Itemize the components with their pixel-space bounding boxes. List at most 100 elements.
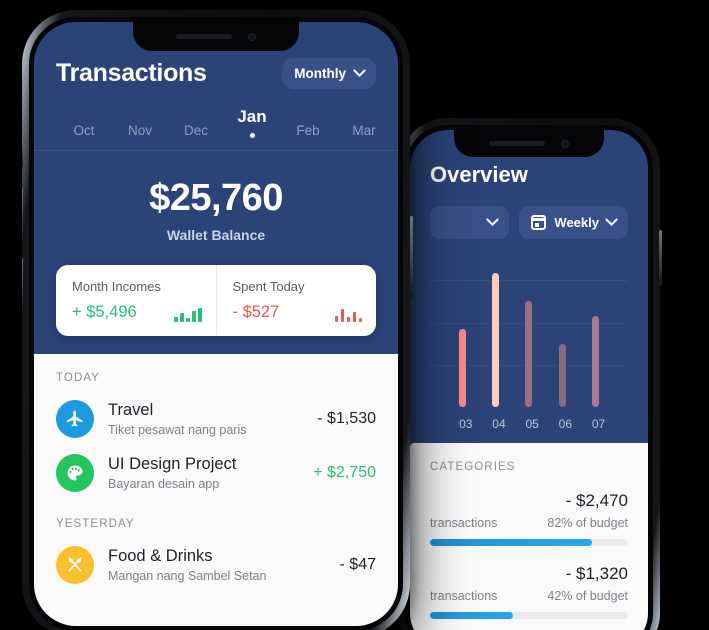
phone2-notch bbox=[454, 130, 604, 157]
chart-bar-05[interactable] bbox=[525, 301, 533, 407]
sparkline-bar bbox=[192, 311, 196, 322]
month-tab-strip[interactable]: OctNovDecJanFebMarApr bbox=[56, 107, 376, 150]
month-tab-label: Dec bbox=[183, 123, 208, 138]
month-tab-mar[interactable]: Mar bbox=[336, 123, 392, 138]
phone2-power-button[interactable] bbox=[659, 230, 662, 286]
weekly-spending-bar-chart: 03 04 05 06 07 bbox=[430, 255, 628, 433]
transaction-row[interactable]: Food & Drinks Mangan nang Sambel Setan - $… bbox=[56, 546, 376, 584]
earpiece-speaker-icon bbox=[176, 34, 232, 39]
month-tab-jan[interactable]: Jan bbox=[224, 107, 280, 138]
earpiece-speaker-icon bbox=[489, 141, 545, 146]
chart-bar-column bbox=[558, 255, 566, 407]
chart-bar-column bbox=[591, 255, 599, 407]
month-tab-nov[interactable]: Nov bbox=[112, 123, 168, 138]
month-tab-oct[interactable]: Oct bbox=[56, 123, 112, 138]
budget-amount: - $1,320 bbox=[565, 564, 628, 583]
sparkline-bar bbox=[358, 318, 362, 322]
overview-page-title: Overview bbox=[430, 162, 528, 187]
phone1-screen: Transactions Monthly Oct Nov Dec Jan Feb Mar A… bbox=[34, 22, 398, 626]
chart-x-label: 04 bbox=[492, 417, 506, 431]
sparkline-bar bbox=[186, 318, 190, 322]
stat-value: + $5,496 bbox=[72, 303, 137, 321]
phone1-notch bbox=[133, 22, 299, 51]
budget-percent-label: 42% of budget bbox=[547, 589, 628, 603]
stat-sparkline bbox=[174, 308, 202, 322]
background-gutter bbox=[0, 0, 22, 630]
chart-bar-column bbox=[459, 255, 467, 407]
page-title: Transactions bbox=[56, 59, 207, 87]
wallet-balance-block: $25,760 Wallet Balance bbox=[34, 151, 398, 243]
chevron-down-icon bbox=[353, 64, 366, 78]
chart-bar-04[interactable] bbox=[492, 273, 500, 407]
airplane-icon bbox=[56, 400, 94, 438]
month-tab-label: Feb bbox=[296, 123, 320, 138]
month-tab-label: Nov bbox=[127, 123, 152, 138]
transaction-subtitle: Tiket pesawat nang paris bbox=[108, 423, 247, 437]
stat-label: Spent Today bbox=[232, 279, 305, 294]
chart-bar-07[interactable] bbox=[591, 316, 599, 407]
transaction-group-label: YESTERDAY bbox=[56, 518, 135, 530]
period-selector-weekly[interactable]: Weekly bbox=[519, 206, 628, 239]
budget-percent-label: 82% of budget bbox=[547, 516, 628, 530]
budget-meta-row: transactions 42% of budget bbox=[430, 589, 628, 603]
budget-amount: - $2,470 bbox=[565, 491, 628, 510]
sparkline-bar bbox=[334, 316, 338, 322]
summary-stats-card: Month Incomes + $5,496 Spent Today - $527 bbox=[56, 265, 376, 336]
chart-bar-03[interactable] bbox=[459, 329, 467, 407]
budget-row[interactable]: - $2,470 transactions 82% of budget bbox=[430, 491, 628, 546]
overview-left-selector[interactable] bbox=[430, 206, 510, 239]
range-selector-monthly[interactable]: Monthly bbox=[282, 58, 376, 89]
stat-value-row: + $5,496 bbox=[72, 303, 202, 322]
transaction-amount: - $47 bbox=[339, 556, 376, 573]
budget-progress-fill bbox=[430, 539, 593, 546]
palette-icon bbox=[56, 454, 94, 492]
summary-stats-wrap: Month Incomes + $5,496 Spent Today - $527 bbox=[34, 243, 398, 354]
wallet-balance-label: Wallet Balance bbox=[166, 227, 266, 243]
stat-label: Month Incomes bbox=[72, 279, 161, 294]
transaction-name: UI Design Project bbox=[108, 455, 237, 473]
sparkline-bar bbox=[352, 312, 356, 322]
chevron-down-icon bbox=[605, 213, 618, 227]
chart-x-label: 03 bbox=[459, 417, 473, 431]
transaction-amount: + $2,750 bbox=[313, 464, 376, 481]
chart-x-label: 07 bbox=[591, 417, 606, 431]
phone-device-overview: Overview Weekly 03 04 05 06 07 CATEGORIE… bbox=[398, 118, 662, 630]
stat-cell-month-incomes: Month Incomes + $5,496 bbox=[56, 265, 216, 336]
composition-stage: Overview Weekly 03 04 05 06 07 CATEGORIE… bbox=[0, 0, 709, 630]
transaction-text: Food & Drinks Mangan nang Sambel Setan bbox=[108, 547, 326, 583]
categories-panel: CATEGORIES - $2,470 transactions 82% of bu… bbox=[410, 443, 648, 630]
budget-progress-track bbox=[430, 539, 628, 546]
transaction-row[interactable]: UI Design Project Bayaran desain app + $2,… bbox=[56, 454, 376, 492]
transaction-name: Food & Drinks bbox=[108, 547, 213, 565]
transaction-text: Travel Tiket pesawat nang paris bbox=[108, 401, 303, 437]
budget-transaction-count: transactions bbox=[430, 516, 498, 530]
transaction-group-label: TODAY bbox=[56, 372, 101, 384]
chart-bars bbox=[430, 255, 628, 407]
sparkline-bar bbox=[340, 309, 344, 322]
chart-bar-06[interactable] bbox=[558, 344, 566, 407]
month-tab-dec[interactable]: Dec bbox=[168, 123, 224, 138]
sparkline-bar bbox=[346, 317, 350, 322]
overview-filter-row: Weekly bbox=[430, 206, 628, 239]
month-tab-apr[interactable]: Apr bbox=[392, 123, 398, 138]
transaction-name: Travel bbox=[108, 401, 154, 419]
overview-header: Overview Weekly 03 04 05 06 07 bbox=[410, 130, 648, 433]
sparkline-bar bbox=[198, 308, 202, 322]
month-tab-feb[interactable]: Feb bbox=[280, 123, 336, 138]
stat-cell-spent-today: Spent Today - $527 bbox=[215, 265, 377, 336]
budget-progress-fill bbox=[430, 612, 514, 619]
chart-x-label: 05 bbox=[525, 417, 539, 431]
budget-row[interactable]: - $1,320 transactions 42% of budget bbox=[430, 564, 628, 619]
front-camera-icon bbox=[561, 139, 569, 148]
budget-amount-row: - $2,470 bbox=[430, 491, 628, 511]
budget-meta-row: transactions 82% of budget bbox=[430, 516, 628, 530]
period-selector-label: Weekly bbox=[554, 215, 599, 230]
transaction-row[interactable]: Travel Tiket pesawat nang paris - $1,530 bbox=[56, 400, 376, 438]
transaction-amount: - $1,530 bbox=[317, 410, 376, 427]
transaction-text: UI Design Project Bayaran desain app bbox=[108, 455, 299, 491]
stat-sparkline bbox=[334, 308, 362, 322]
transaction-subtitle: Mangan nang Sambel Setan bbox=[108, 569, 267, 583]
range-selector-label: Monthly bbox=[294, 66, 346, 81]
phone1-power-button[interactable] bbox=[409, 216, 413, 298]
chart-x-axis-labels: 03 04 05 06 07 bbox=[430, 417, 628, 431]
